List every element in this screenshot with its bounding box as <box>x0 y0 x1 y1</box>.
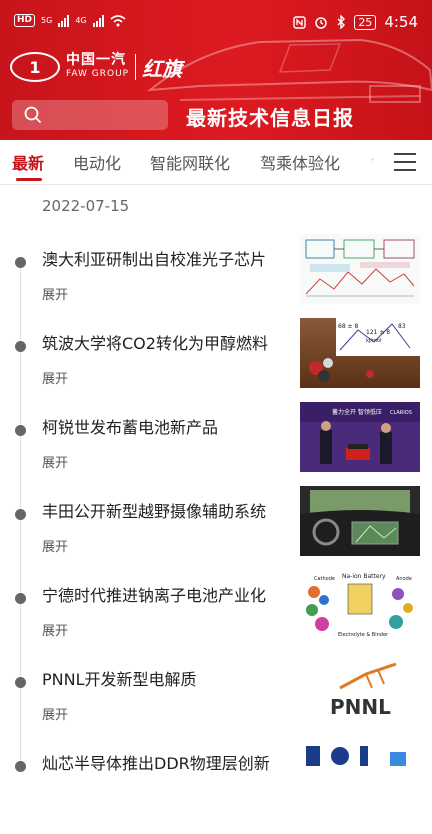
wifi-icon <box>110 14 126 26</box>
news-thumbnail[interactable] <box>300 234 420 304</box>
bluetooth-icon <box>337 15 346 29</box>
timeline-dot <box>15 509 26 520</box>
energy-unit: kJ/mol <box>366 338 381 344</box>
news-title[interactable]: 宁德时代推进钠离子电池产业化 <box>42 582 282 606</box>
brand-name-en: FAW GROUP <box>66 69 130 79</box>
expand-link[interactable]: 展开 <box>42 368 68 387</box>
timeline-dot <box>15 425 26 436</box>
expand-link[interactable]: 展开 <box>42 620 68 639</box>
timeline-dot <box>15 761 26 772</box>
alarm-icon <box>315 17 328 29</box>
search-box[interactable] <box>12 100 168 130</box>
timeline-dot <box>15 593 26 604</box>
news-thumbnail[interactable] <box>300 486 420 556</box>
news-title[interactable]: 澳大利亚研制出自校准光子芯片 <box>42 246 282 270</box>
battery-diagram-title: Na-ion Battery <box>342 573 386 580</box>
news-title[interactable]: 丰田公开新型越野摄像辅助系统 <box>42 498 282 522</box>
news-title[interactable]: PNNL开发新型电解质 <box>42 666 282 690</box>
hd-icon: HD <box>14 14 36 27</box>
brand-name-cn: 中国一汽 <box>66 52 126 68</box>
news-thumbnail[interactable]: 68 ± 8 121 ± 8 83 kJ/mol <box>300 318 420 388</box>
news-title[interactable]: 灿芯半导体推出DDR物理层创新 <box>42 750 282 774</box>
logo-divider <box>135 54 137 80</box>
expand-link[interactable]: 展开 <box>42 452 68 471</box>
tab-intelligent-connected[interactable]: 智能网联化 <box>150 150 230 174</box>
signal-icon-2 <box>92 14 104 27</box>
news-thumbnail[interactable]: 蓄力全开 智领低压 CLARIOS <box>300 402 420 472</box>
network-type-label: 5G <box>41 16 53 25</box>
energy-value-3: 83 <box>398 323 406 330</box>
news-title[interactable]: 筑波大学将CO2转化为甲醇燃料 <box>42 330 282 354</box>
tabs-fade <box>350 140 382 184</box>
signal-icon <box>58 14 70 27</box>
battery-icon: 25 <box>354 14 377 30</box>
clock-time: 4:54 <box>384 13 418 31</box>
electrolyte-label: Electrolyte & Binder <box>338 632 389 638</box>
network-type-label-2: 4G <box>75 16 87 25</box>
news-title[interactable]: 柯锐世发布蓄电池新产品 <box>42 414 282 438</box>
search-icon <box>24 106 42 124</box>
timeline-dot <box>15 677 26 688</box>
active-tab-indicator <box>16 178 42 181</box>
timeline-dot <box>15 257 26 268</box>
hongqi-script-logo: 红旗 <box>142 56 183 81</box>
expand-link[interactable]: 展开 <box>42 704 68 723</box>
page-title: 最新技术信息日报 <box>186 106 354 130</box>
expand-link[interactable]: 展开 <box>42 536 68 555</box>
timeline-dot <box>15 341 26 352</box>
expand-link[interactable]: 展开 <box>42 284 68 303</box>
anode-label: Anode <box>396 576 412 582</box>
energy-value-1: 68 ± 8 <box>338 323 358 330</box>
category-tabs: 最新 电动化 智能网联化 驾乘体验化 · <box>0 140 432 185</box>
news-thumbnail[interactable]: Na-ion Battery Cathode Anode Electrolyte… <box>300 570 420 640</box>
tab-latest[interactable]: 最新 <box>12 150 44 174</box>
faw-logo-icon: 1 <box>10 52 60 82</box>
nfc-icon <box>293 15 307 29</box>
brand-logo: 1 中国一汽 FAW GROUP 红旗 <box>10 50 182 84</box>
tab-driving-experience[interactable]: 驾乘体验化 <box>260 150 340 174</box>
menu-icon[interactable] <box>394 151 418 173</box>
tab-electrification[interactable]: 电动化 <box>73 150 121 174</box>
pnnl-logo-text: PNNL <box>330 695 391 719</box>
app-header: HD 5G 4G 25 4:54 1 中国一汽 FAW GROUP 红旗 最新技… <box>0 0 432 140</box>
news-thumbnail[interactable] <box>300 738 420 808</box>
news-thumbnail[interactable]: PNNL <box>300 654 420 724</box>
date-heading: 2022-07-15 <box>42 197 130 215</box>
news-item[interactable]: 灿芯半导体推出DDR物理层创新 <box>0 738 432 834</box>
status-bar: HD 5G 4G 25 4:54 <box>0 0 432 44</box>
clarios-slogan: 蓄力全开 智领低压 <box>332 408 382 416</box>
clarios-brand: CLARIOS <box>390 410 412 416</box>
energy-value-2: 121 ± 8 <box>366 329 390 336</box>
cathode-label: Cathode <box>314 576 335 582</box>
